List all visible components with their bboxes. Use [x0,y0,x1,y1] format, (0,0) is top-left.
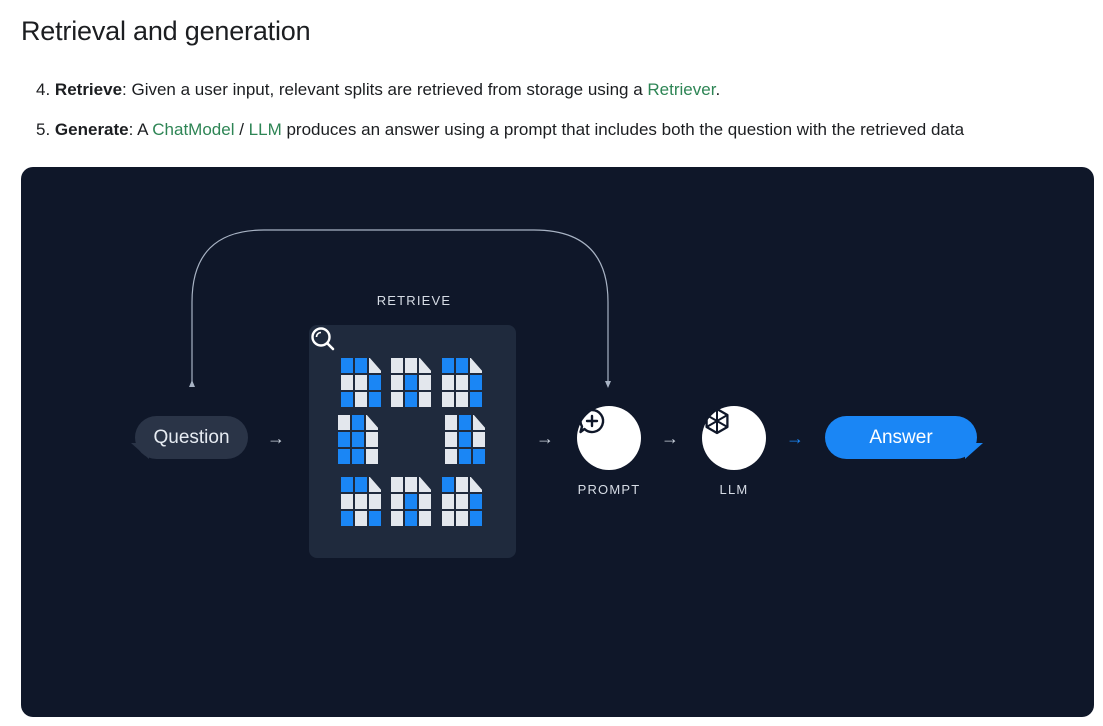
arrow-prompt-to-llm: → [661,428,679,448]
step-text: : A [128,120,153,139]
step-retrieve: 4. Retrieve: Given a user input, relevan… [36,80,720,100]
document-icon [445,414,487,466]
prompt-node [577,406,641,470]
retriever-link[interactable]: Retriever [647,80,715,99]
chatmodel-link[interactable]: ChatModel [152,120,234,139]
step-title: Retrieve [54,80,123,99]
arrow-llm-to-answer: → [786,428,804,448]
document-icon [341,476,383,528]
section-heading: Retrieval and generation [21,16,311,46]
llm-label: LLM [719,482,749,497]
chat-plus-icon [579,408,605,434]
step-text-end: produces an answer using a prompt that i… [281,120,965,139]
step-separator: / [234,120,249,139]
step-text-end: . [715,80,721,99]
retrieve-label: RETRIEVE [376,293,452,308]
magnifier-icon [311,327,335,351]
llm-link[interactable]: LLM [249,120,282,139]
step-number: 5. [36,120,51,139]
document-icon [341,357,383,409]
arrow-retrieve-to-prompt: → [536,428,554,448]
document-icon [442,476,484,528]
step-generate: 5. Generate: A ChatModel / LLM produces … [36,120,964,140]
document-icon [391,357,433,409]
document-icon [442,357,484,409]
document-icon [338,414,380,466]
prompt-label: PROMPT [577,482,641,497]
step-title: Generate [54,120,129,139]
step-text: : Given a user input, relevant splits ar… [122,80,648,99]
hexagon-icon [705,407,729,435]
rag-diagram: Question → RETRIEVE → PROMPT → LLM → Ans… [21,167,1094,717]
step-number: 4. [36,80,51,99]
retrieve-panel [309,325,516,558]
document-icon [391,476,433,528]
arrow-question-to-retrieve: → [267,428,285,448]
llm-node [702,406,766,470]
question-bubble: Question [135,416,248,459]
answer-bubble: Answer [825,416,977,459]
